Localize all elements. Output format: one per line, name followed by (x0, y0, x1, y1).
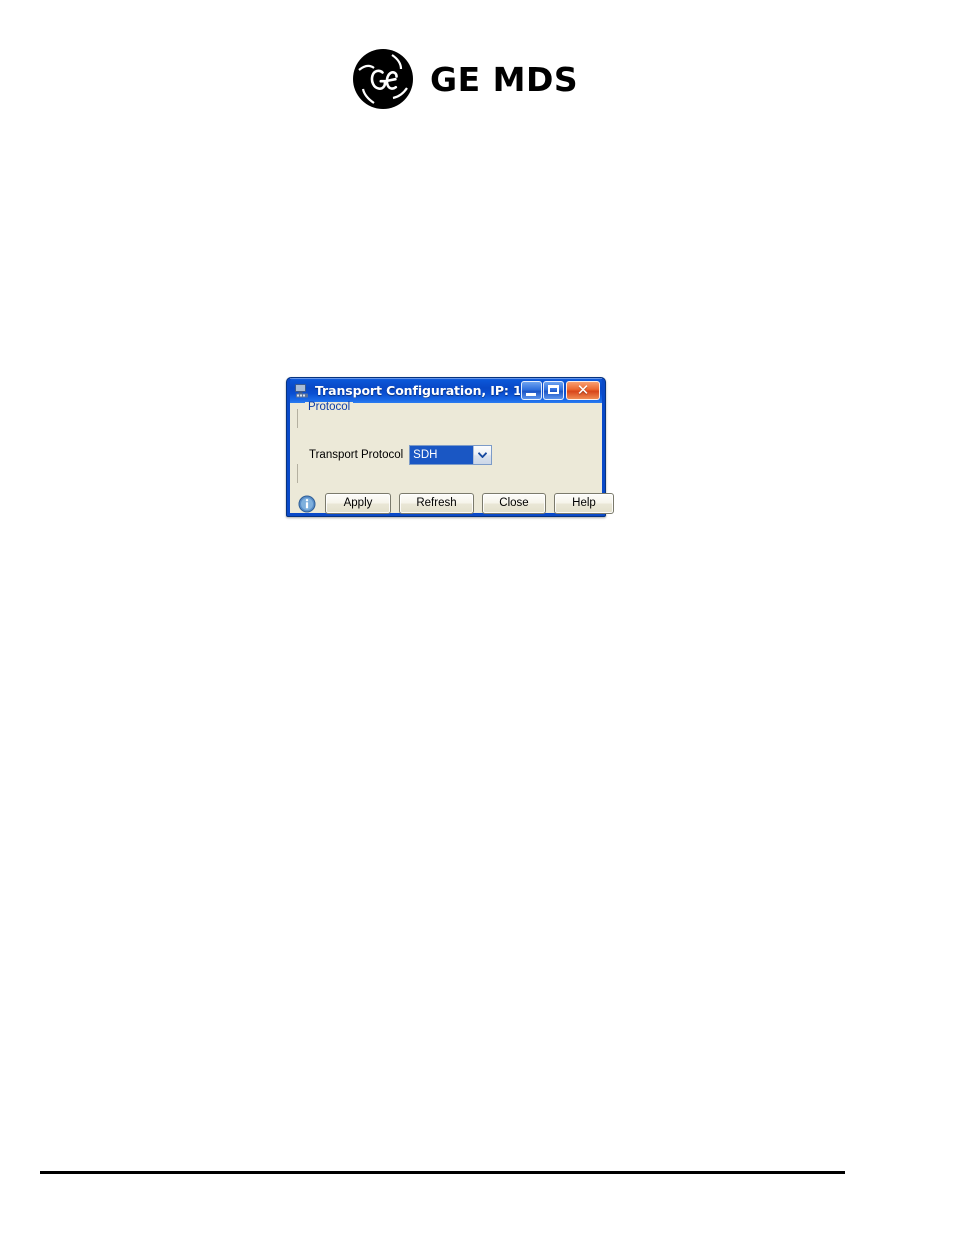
close-button[interactable]: Close (482, 493, 546, 515)
protocol-group-label: Protocol (305, 401, 354, 414)
dialog-client-area: Protocol Transport Protocol SDH Apply Re… (290, 401, 614, 515)
close-icon: ✕ (576, 381, 590, 399)
transport-protocol-label: Transport Protocol (309, 449, 404, 461)
help-button[interactable]: Help (554, 493, 614, 515)
maximize-icon (548, 385, 559, 394)
protocol-group-box: Protocol Transport Protocol SDH (297, 401, 595, 483)
refresh-button[interactable]: Refresh (399, 493, 474, 515)
close-window-button[interactable]: ✕ (566, 381, 600, 400)
dialog-title-bar[interactable]: Transport Configuration, IP: 1... ✕ (290, 378, 602, 403)
chevron-down-icon[interactable] (473, 446, 492, 464)
brand-wordmark: GE MDS (430, 59, 579, 99)
transport-protocol-select[interactable]: SDH (409, 445, 493, 465)
network-computer-icon (295, 384, 308, 398)
brand-header: GE MDS (352, 48, 578, 110)
minimize-button[interactable] (521, 381, 542, 400)
apply-button[interactable]: Apply (325, 493, 391, 515)
info-icon[interactable] (298, 495, 316, 513)
footer-divider (40, 1171, 845, 1174)
transport-protocol-row: Transport Protocol SDH (297, 428, 595, 465)
maximize-button[interactable] (543, 381, 564, 400)
transport-protocol-value: SDH (410, 446, 474, 464)
transport-configuration-dialog: Transport Configuration, IP: 1... ✕ Prot… (286, 377, 614, 517)
minimize-icon (526, 393, 536, 396)
dialog-button-row: Apply Refresh Close Help (297, 483, 614, 515)
ge-monogram-icon (353, 49, 413, 109)
dialog-title: Transport Configuration, IP: 1... (315, 383, 520, 398)
